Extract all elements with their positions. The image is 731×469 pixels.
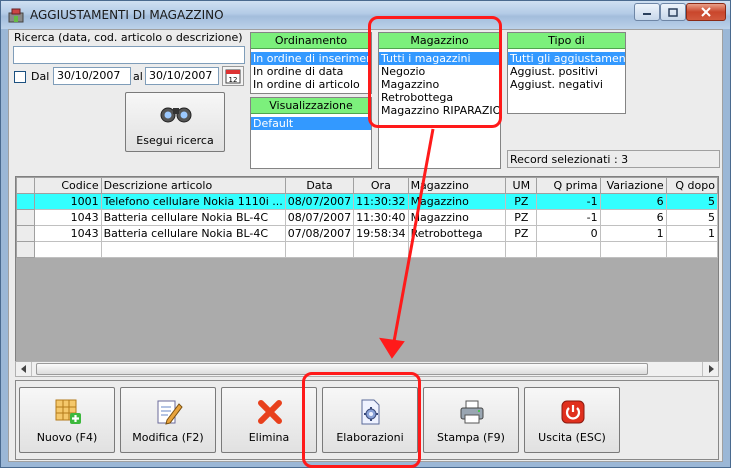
application-window: AGGIUSTAMENTI DI MAGAZZINO Ricerca (data… bbox=[0, 0, 731, 468]
annotation-arrow bbox=[379, 128, 435, 359]
